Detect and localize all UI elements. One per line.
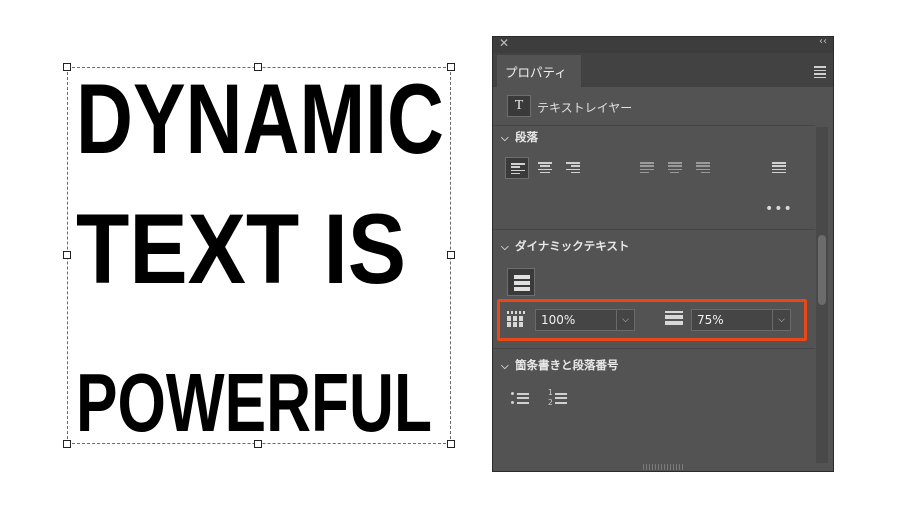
justify-left-button[interactable] xyxy=(635,157,659,179)
scrollbar-thumb[interactable] xyxy=(818,235,826,305)
bullet-list-icon[interactable] xyxy=(509,389,531,409)
align-right-button[interactable] xyxy=(561,157,585,179)
collapse-icon[interactable]: ‹‹ xyxy=(819,37,827,47)
resize-handle-bottom[interactable] xyxy=(254,440,262,448)
list-number: 2 xyxy=(548,398,553,407)
dynamic-text-section-header[interactable]: ⌵ ダイナミックテキスト xyxy=(501,238,629,254)
list-number: 1 xyxy=(548,388,553,397)
justify-all-button[interactable] xyxy=(767,157,791,179)
panel-tab-strip: プロパティ xyxy=(493,53,833,87)
justify-right-button[interactable] xyxy=(691,157,715,179)
resize-handle-top-right[interactable] xyxy=(447,63,455,71)
resize-grip[interactable] xyxy=(643,464,683,470)
align-right-icon xyxy=(566,162,580,175)
panel-title-bar: ✕ ‹‹ xyxy=(493,37,833,53)
bullets-section-header[interactable]: ⌵ 箇条書きと段落番号 xyxy=(501,357,619,373)
text-line-3: POWERFUL xyxy=(76,356,432,449)
text-bounding-box[interactable]: DYNAMIC TEXT IS POWERFUL xyxy=(67,67,451,444)
align-center-icon xyxy=(538,162,552,175)
chevron-down-icon: ⌵ xyxy=(501,133,509,144)
dynamic-text-section-label: ダイナミックテキスト xyxy=(515,239,630,253)
panel-menu-icon[interactable] xyxy=(814,66,826,80)
resize-handle-bottom-right[interactable] xyxy=(447,440,455,448)
divider xyxy=(493,229,815,230)
dynamic-text-toggle-button[interactable] xyxy=(507,268,535,296)
divider xyxy=(493,348,815,349)
justify-all-icon xyxy=(772,162,786,175)
paragraph-section-header[interactable]: ⌵ 段落 xyxy=(501,129,538,145)
more-options-icon[interactable]: ••• xyxy=(765,201,793,217)
highlight-box xyxy=(497,299,807,341)
align-center-button[interactable] xyxy=(533,157,557,179)
divider xyxy=(493,125,815,126)
layer-kind-label: テキストレイヤー xyxy=(537,101,633,115)
numbered-list-icon[interactable]: 1 2 xyxy=(547,389,569,409)
justify-left-icon xyxy=(640,162,654,175)
layer-kind-row: T テキストレイヤー xyxy=(493,87,815,123)
resize-handle-left[interactable] xyxy=(63,251,71,259)
justify-center-icon xyxy=(668,162,682,175)
chevron-down-icon: ⌵ xyxy=(501,242,509,253)
bullets-section-label: 箇条書きと段落番号 xyxy=(515,358,619,372)
dynamic-text-icon xyxy=(514,275,530,279)
paragraph-section-label: 段落 xyxy=(515,130,538,144)
text-layer-icon: T xyxy=(507,95,531,117)
resize-handle-top-left[interactable] xyxy=(63,63,71,71)
justify-right-icon xyxy=(696,162,710,175)
justify-center-button[interactable] xyxy=(663,157,687,179)
panel-scrollbar[interactable] xyxy=(816,127,828,463)
align-left-button[interactable] xyxy=(505,157,529,179)
properties-panel: ✕ ‹‹ プロパティ T テキストレイヤー ⌵ 段落 ••• ⌵ ダイナミックテキス… xyxy=(492,36,834,472)
text-line-2: TEXT IS xyxy=(76,193,406,304)
chevron-down-icon: ⌵ xyxy=(501,361,509,372)
resize-handle-top[interactable] xyxy=(254,63,262,71)
tab-properties[interactable]: プロパティ xyxy=(497,55,581,87)
resize-handle-right[interactable] xyxy=(447,251,455,259)
resize-handle-bottom-left[interactable] xyxy=(63,440,71,448)
close-icon[interactable]: ✕ xyxy=(499,37,509,50)
text-line-1: DYNAMIC xyxy=(76,63,444,174)
align-left-icon xyxy=(511,163,525,176)
